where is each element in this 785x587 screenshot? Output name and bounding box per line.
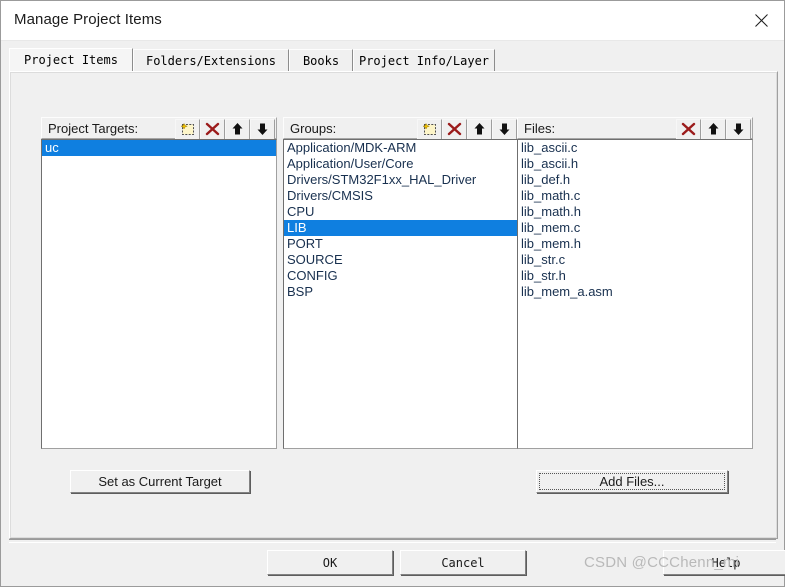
- project-targets-listbox[interactable]: uc: [41, 139, 277, 449]
- list-item[interactable]: lib_ascii.h: [518, 156, 752, 172]
- list-item[interactable]: lib_str.h: [518, 268, 752, 284]
- delete-icon[interactable]: [200, 118, 225, 140]
- move-up-icon[interactable]: [467, 118, 492, 140]
- new-icon[interactable]: [417, 118, 442, 140]
- list-item[interactable]: Application/User/Core: [284, 156, 518, 172]
- ok-button[interactable]: OK: [267, 550, 393, 575]
- list-item[interactable]: lib_str.c: [518, 252, 752, 268]
- window-title: Manage Project Items: [14, 11, 162, 28]
- move-down-icon[interactable]: [250, 118, 275, 140]
- new-icon[interactable]: [175, 118, 200, 140]
- list-item[interactable]: PORT: [284, 236, 518, 252]
- list-item[interactable]: SOURCE: [284, 252, 518, 268]
- list-item[interactable]: CONFIG: [284, 268, 518, 284]
- delete-icon[interactable]: [442, 118, 467, 140]
- project-targets-panel: Project Targets: uc: [41, 117, 277, 449]
- watermark: CSDN @CCChenn_mi: [584, 554, 740, 571]
- files-toolbar: [676, 118, 751, 140]
- list-item[interactable]: lib_mem.h: [518, 236, 752, 252]
- tab-folders-extensions[interactable]: Folders/Extensions: [133, 49, 289, 71]
- list-item[interactable]: LIB: [284, 220, 518, 236]
- project-targets-toolbar: [175, 118, 275, 140]
- groups-toolbar: [417, 118, 517, 140]
- project-targets-header: Project Targets:: [41, 117, 277, 140]
- close-icon[interactable]: [738, 1, 784, 39]
- list-item[interactable]: lib_mem_a.asm: [518, 284, 752, 300]
- list-item[interactable]: lib_ascii.c: [518, 140, 752, 156]
- tab-project-info-layer[interactable]: Project Info/Layer: [353, 49, 495, 71]
- move-up-icon[interactable]: [701, 118, 726, 140]
- groups-header: Groups:: [283, 117, 519, 140]
- groups-listbox[interactable]: Application/MDK-ARM Application/User/Cor…: [283, 139, 519, 449]
- add-files-button[interactable]: Add Files...: [536, 470, 728, 493]
- groups-panel: Groups: Application/MDK-ARM Application/…: [283, 117, 519, 449]
- tab-page-project-items: Project Targets: uc Groups: Application/…: [9, 71, 778, 539]
- files-listbox[interactable]: lib_ascii.c lib_ascii.h lib_def.h lib_ma…: [517, 139, 753, 449]
- move-down-icon[interactable]: [492, 118, 517, 140]
- delete-icon[interactable]: [676, 118, 701, 140]
- project-targets-label: Project Targets:: [48, 120, 139, 136]
- groups-label: Groups:: [290, 120, 337, 136]
- tab-label: Books: [302, 53, 340, 68]
- list-item[interactable]: lib_mem.c: [518, 220, 752, 236]
- tab-strip: Project Items Folders/Extensions Books P…: [9, 48, 776, 71]
- list-item[interactable]: CPU: [284, 204, 518, 220]
- list-item[interactable]: lib_def.h: [518, 172, 752, 188]
- manage-project-items-dialog: Manage Project Items Project Items Folde…: [0, 0, 785, 587]
- files-header: Files:: [517, 117, 753, 140]
- set-as-current-target-button[interactable]: Set as Current Target: [70, 470, 250, 493]
- list-item[interactable]: BSP: [284, 284, 518, 300]
- tab-label: Project Info/Layer: [358, 53, 490, 68]
- tab-label: Folders/Extensions: [145, 53, 277, 68]
- list-item[interactable]: Application/MDK-ARM: [284, 140, 518, 156]
- title-bar: Manage Project Items: [1, 1, 784, 41]
- tab-page-inner: Project Targets: uc Groups: Application/…: [10, 72, 777, 538]
- move-up-icon[interactable]: [225, 118, 250, 140]
- files-panel: Files: lib_ascii.c lib_ascii.h lib_def.h…: [517, 117, 753, 449]
- list-item[interactable]: uc: [42, 140, 276, 156]
- tab-books[interactable]: Books: [289, 49, 353, 71]
- list-item[interactable]: Drivers/CMSIS: [284, 188, 518, 204]
- move-down-icon[interactable]: [726, 118, 751, 140]
- bottom-separator: [9, 539, 776, 543]
- tab-project-items[interactable]: Project Items: [9, 48, 133, 71]
- tab-label: Project Items: [24, 53, 118, 67]
- list-item[interactable]: Drivers/STM32F1xx_HAL_Driver: [284, 172, 518, 188]
- files-label: Files:: [524, 120, 556, 136]
- cancel-button[interactable]: Cancel: [400, 550, 526, 575]
- list-item[interactable]: lib_math.h: [518, 204, 752, 220]
- list-item[interactable]: lib_math.c: [518, 188, 752, 204]
